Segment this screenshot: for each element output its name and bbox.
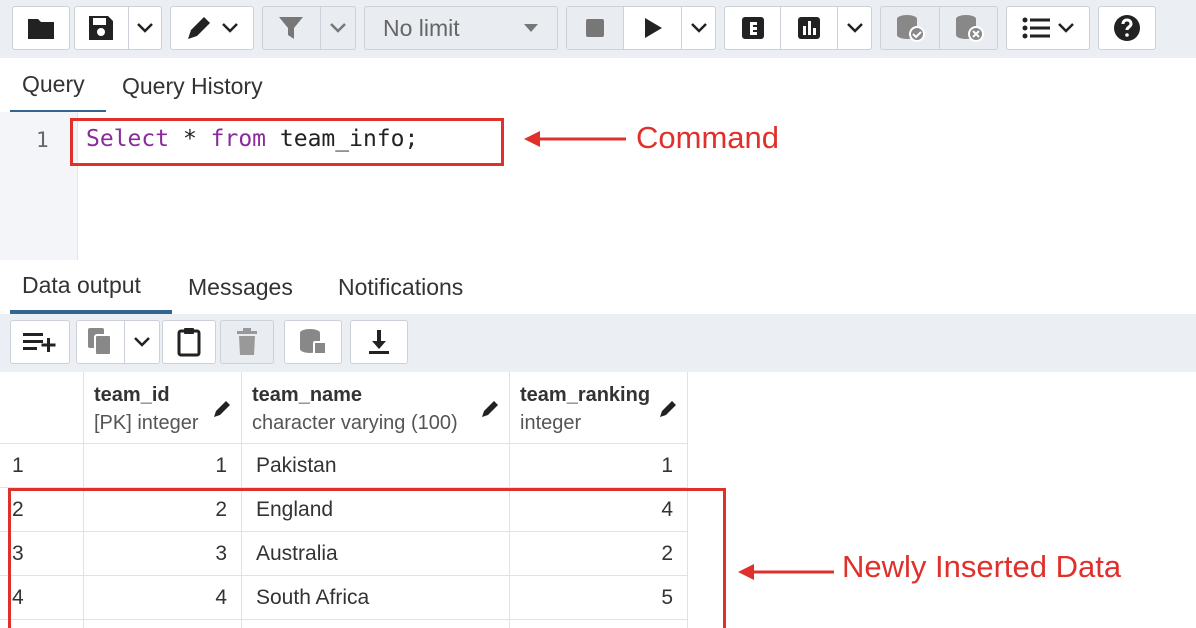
edit-pencil-icon[interactable] <box>213 398 233 418</box>
open-file-button[interactable] <box>12 6 70 50</box>
edit-pencil-icon <box>188 17 210 39</box>
tab-query-history[interactable]: Query History <box>122 58 263 114</box>
execute-button[interactable] <box>623 7 681 49</box>
newly-inserted-annotation: Newly Inserted Data <box>842 549 1122 584</box>
column-name: team_id <box>94 384 170 406</box>
save-data-button[interactable] <box>284 320 342 364</box>
row-limit-value: No limit <box>383 14 460 41</box>
transaction-group <box>880 6 998 50</box>
column-type: character varying (100) <box>252 412 458 434</box>
line-gutter: 1 <box>0 112 78 260</box>
macros-icon <box>1022 17 1050 39</box>
row-limit-select[interactable]: No limit <box>364 6 558 50</box>
data-output-toolbar <box>0 314 1196 372</box>
arrow-left-icon <box>738 564 834 580</box>
grid-corner <box>0 372 84 444</box>
delete-button[interactable] <box>220 320 274 364</box>
tab-notifications[interactable]: Notifications <box>338 260 463 314</box>
command-highlight-box <box>70 118 504 166</box>
chevron-down-icon <box>846 23 863 33</box>
trash-icon <box>237 328 257 355</box>
chevron-down-icon <box>134 337 150 347</box>
command-annotation: Command <box>636 120 779 155</box>
paste-button[interactable] <box>162 320 216 364</box>
row-number[interactable]: 1 <box>0 444 84 488</box>
tab-query-label: Query <box>22 70 85 97</box>
output-tabs: Data output Messages Notifications <box>0 260 1196 314</box>
chevron-down-icon <box>1058 23 1074 33</box>
save-button[interactable] <box>74 6 162 50</box>
add-row-button[interactable] <box>10 320 70 364</box>
arrow-left-icon <box>524 131 626 147</box>
cell-team-ranking[interactable]: 1 <box>510 444 688 488</box>
rollback-button[interactable] <box>939 7 997 49</box>
tab-messages[interactable]: Messages <box>188 260 293 314</box>
filter-dropdown[interactable] <box>319 7 355 49</box>
add-row-icon <box>23 333 56 352</box>
tab-query-history-label: Query History <box>122 72 263 99</box>
explain-analyze-icon <box>798 17 821 39</box>
save-data-icon <box>300 329 327 355</box>
filter-icon <box>279 17 304 39</box>
explain-button[interactable] <box>725 7 780 49</box>
rollback-icon <box>955 15 984 42</box>
query-tabs: Query Query History <box>0 58 1196 114</box>
explain-group <box>724 6 872 50</box>
download-button[interactable] <box>350 320 408 364</box>
chevron-down-icon <box>222 23 238 33</box>
edit-pencil-icon[interactable] <box>481 398 501 418</box>
copy-icon <box>88 328 113 356</box>
explain-icon <box>741 17 764 39</box>
column-header-team-ranking[interactable]: team_ranking integer <box>510 372 688 444</box>
stop-icon <box>586 19 604 37</box>
tab-data-output-label: Data output <box>22 271 141 298</box>
save-dropdown[interactable] <box>127 7 161 49</box>
new-data-highlight-box <box>8 488 726 628</box>
explain-dropdown[interactable] <box>837 7 871 49</box>
commit-icon <box>897 15 925 42</box>
execute-group <box>566 6 716 50</box>
edit-button[interactable] <box>170 6 254 50</box>
line-number: 1 <box>36 128 49 152</box>
tab-query[interactable]: Query <box>10 58 106 114</box>
column-header-team-name[interactable]: team_name character varying (100) <box>242 372 510 444</box>
cell-team-id[interactable]: 1 <box>84 444 242 488</box>
filter-button[interactable] <box>262 6 356 50</box>
clipboard-icon <box>177 328 201 357</box>
column-header-team-id[interactable]: team_id [PK] integer <box>84 372 242 444</box>
chevron-down-icon <box>329 23 346 33</box>
column-name: team_ranking <box>520 384 651 406</box>
download-icon <box>369 330 389 354</box>
explain-analyze-button[interactable] <box>780 7 837 49</box>
column-name: team_name <box>252 384 363 406</box>
stop-button[interactable] <box>567 7 623 49</box>
chevron-down-icon <box>690 23 707 33</box>
help-button[interactable] <box>1098 6 1156 50</box>
column-type: [PK] integer <box>94 412 199 434</box>
chevron-down-icon <box>136 23 153 33</box>
folder-icon <box>28 19 54 39</box>
column-type: integer <box>520 412 582 434</box>
play-icon <box>644 18 662 38</box>
caret-down-icon <box>524 24 538 32</box>
query-toolbar: No limit <box>0 0 1196 58</box>
save-icon <box>89 16 114 40</box>
tab-data-output[interactable]: Data output <box>10 260 172 314</box>
copy-dropdown[interactable] <box>123 321 159 363</box>
commit-button[interactable] <box>881 7 939 49</box>
tab-notifications-label: Notifications <box>338 273 464 300</box>
help-icon <box>1114 15 1140 41</box>
execute-dropdown[interactable] <box>681 7 715 49</box>
copy-button[interactable] <box>76 320 160 364</box>
cell-team-name[interactable]: Pakistan <box>242 444 510 488</box>
edit-pencil-icon[interactable] <box>659 398 679 418</box>
macros-button[interactable] <box>1006 6 1090 50</box>
tab-messages-label: Messages <box>188 273 293 300</box>
